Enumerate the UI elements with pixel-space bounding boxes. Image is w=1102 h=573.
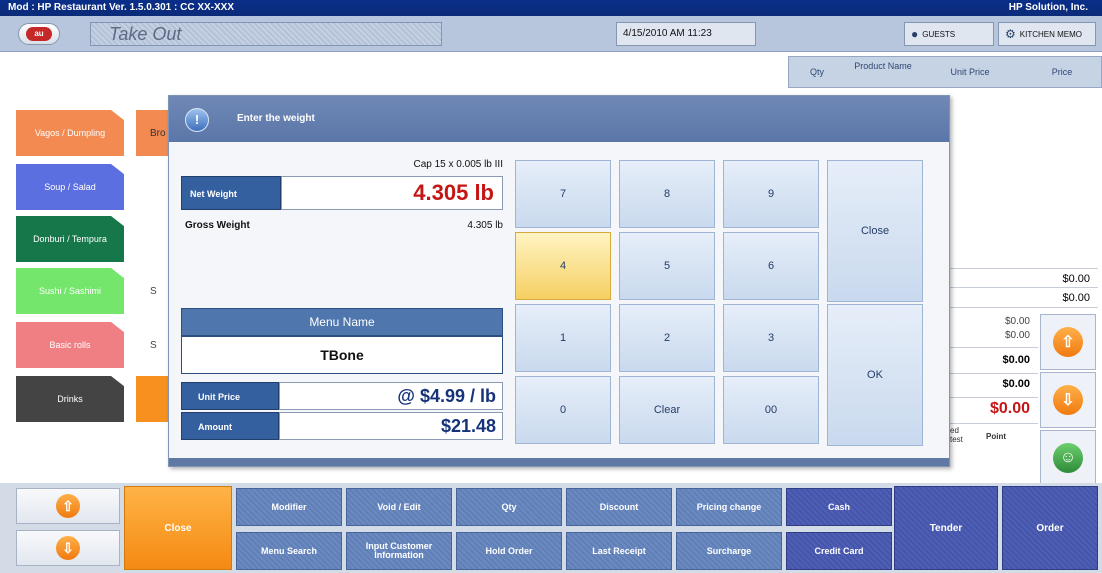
key-2[interactable]: 2 (619, 304, 715, 372)
guests-button[interactable]: ● GUESTS (904, 22, 994, 46)
company-name: HP Solution, Inc. (1008, 2, 1088, 13)
key-clear[interactable]: Clear (619, 376, 715, 444)
summary-row-3b: $0.00 (948, 330, 1038, 348)
arrow-up-icon: ⇧ (1053, 327, 1083, 357)
key-6[interactable]: 6 (723, 232, 819, 300)
order-type-display: Take Out (90, 22, 442, 46)
discount-button[interactable]: Discount (566, 488, 672, 526)
arrow-up-icon: ⇧ (56, 494, 80, 518)
order-button[interactable]: Order (1002, 486, 1098, 570)
void-edit-button[interactable]: Void / Edit (346, 488, 452, 526)
label-test-text: test (950, 435, 963, 444)
category-dumpling[interactable]: Vagos / Dumpling (16, 110, 124, 156)
category-label: Sushi / Sashimi (38, 286, 102, 296)
cash-button[interactable]: Cash (786, 488, 892, 526)
qty-button[interactable]: Qty (456, 488, 562, 526)
info-icon: ! (185, 108, 209, 132)
dialog-header: ! Enter the weight (169, 96, 949, 142)
summary-row-5: $0.00 (948, 378, 1038, 398)
weight-dialog: ! Enter the weight Cap 15 x 0.005 lb III… (168, 95, 950, 467)
amount-label: Amount (181, 412, 279, 440)
guests-icon: ● (911, 27, 919, 41)
key-4[interactable]: 4 (515, 232, 611, 300)
page-up-button[interactable]: ⇧ (16, 488, 120, 524)
col-price: Price (1051, 67, 1073, 77)
dialog-title: Enter the weight (237, 113, 315, 124)
close-button[interactable]: Close (124, 486, 232, 570)
unit-price-value: @ $4.99 / lb (279, 382, 503, 410)
category-soup-salad[interactable]: Soup / Salad (16, 164, 124, 210)
unit-price-label: Unit Price (181, 382, 279, 410)
label-point: Point (986, 432, 1006, 441)
key-0[interactable]: 0 (515, 376, 611, 444)
kitchen-icon: ⚙ (1005, 27, 1016, 41)
app-title: Mod : HP Restaurant Ver. 1.5.0.301 : CC … (8, 2, 235, 13)
net-weight-label: Net Weight (181, 176, 281, 210)
brand-logo[interactable]: au (18, 23, 60, 45)
summary-row-1: $0.00 (948, 268, 1098, 288)
last-receipt-button[interactable]: Last Receipt (566, 532, 672, 570)
amount-value: $21.48 (279, 412, 503, 440)
key-00[interactable]: 00 (723, 376, 819, 444)
arrow-down-icon: ⇩ (56, 536, 80, 560)
credit-card-button[interactable]: Credit Card (786, 532, 892, 570)
hold-order-button[interactable]: Hold Order (456, 532, 562, 570)
surcharge-button[interactable]: Surcharge (676, 532, 782, 570)
summary-row-3a: $0.00 (1004, 316, 1030, 327)
logo-text: au (26, 27, 52, 41)
key-5[interactable]: 5 (619, 232, 715, 300)
category-label: Soup / Salad (44, 182, 96, 192)
label-ed-text: ed (950, 426, 959, 435)
scroll-down-button[interactable]: ⇩ (1040, 372, 1096, 428)
category-label: Donburi / Tempura (33, 234, 107, 244)
title-bar: Mod : HP Restaurant Ver. 1.5.0.301 : CC … (0, 0, 1102, 16)
key-1[interactable]: 1 (515, 304, 611, 372)
col-unit-price: Unit Price (950, 67, 990, 77)
summary-row-2: $0.00 (948, 288, 1098, 308)
customer-button[interactable]: ☺ (1040, 430, 1096, 486)
page-down-button[interactable]: ⇩ (16, 530, 120, 566)
datetime-display: 4/15/2010 AM 11:23 (616, 22, 756, 46)
kitchen-memo-button[interactable]: ⚙ KITCHEN MEMO (998, 22, 1096, 46)
col-product: Product Name (854, 61, 912, 71)
col-qty: Qty (809, 67, 824, 77)
menu-name-label: Menu Name (181, 308, 503, 336)
modifier-button[interactable]: Modifier (236, 488, 342, 526)
total-display: $0.00 (948, 400, 1038, 424)
key-9[interactable]: 9 (723, 160, 819, 228)
dialog-close-button[interactable]: Close (827, 160, 923, 302)
menu-name-value: TBone (181, 336, 503, 374)
menu-search-button[interactable]: Menu Search (236, 532, 342, 570)
category-drinks[interactable]: Drinks (16, 376, 124, 422)
input-customer-button[interactable]: Input Customer Information (346, 532, 452, 570)
summary-row-4: $0.00 (948, 354, 1038, 374)
scale-capacity: Cap 15 x 0.005 lb III (413, 159, 503, 170)
kitchen-label: KITCHEN MEMO (1019, 29, 1082, 39)
key-3[interactable]: 3 (723, 304, 819, 372)
dialog-footer (169, 458, 949, 466)
category-donburi[interactable]: Donburi / Tempura (16, 216, 124, 262)
order-list-header: Qty Product Name Unit Price Price (788, 56, 1102, 88)
gross-weight-label: Gross Weight (185, 220, 250, 231)
category-label: Drinks (57, 394, 83, 404)
tender-button[interactable]: Tender (894, 486, 998, 570)
customer-icon: ☺ (1053, 443, 1083, 473)
net-weight-value[interactable]: 4.305 lb (281, 176, 503, 210)
category-label: Vagos / Dumpling (34, 128, 106, 138)
header-bar: au Take Out 4/15/2010 AM 11:23 ● GUESTS … (0, 16, 1102, 52)
dialog-ok-button[interactable]: OK (827, 304, 923, 446)
key-8[interactable]: 8 (619, 160, 715, 228)
guests-label: GUESTS (922, 29, 956, 39)
category-label: Basic rolls (49, 340, 91, 350)
key-7[interactable]: 7 (515, 160, 611, 228)
label-ed: ed test (950, 426, 963, 444)
arrow-down-icon: ⇩ (1053, 385, 1083, 415)
gross-weight-value: 4.305 lb (467, 220, 503, 231)
category-sushi[interactable]: Sushi / Sashimi (16, 268, 124, 314)
pricing-change-button[interactable]: Pricing change (676, 488, 782, 526)
scroll-up-button[interactable]: ⇧ (1040, 314, 1096, 370)
category-basic-rolls[interactable]: Basic rolls (16, 322, 124, 368)
